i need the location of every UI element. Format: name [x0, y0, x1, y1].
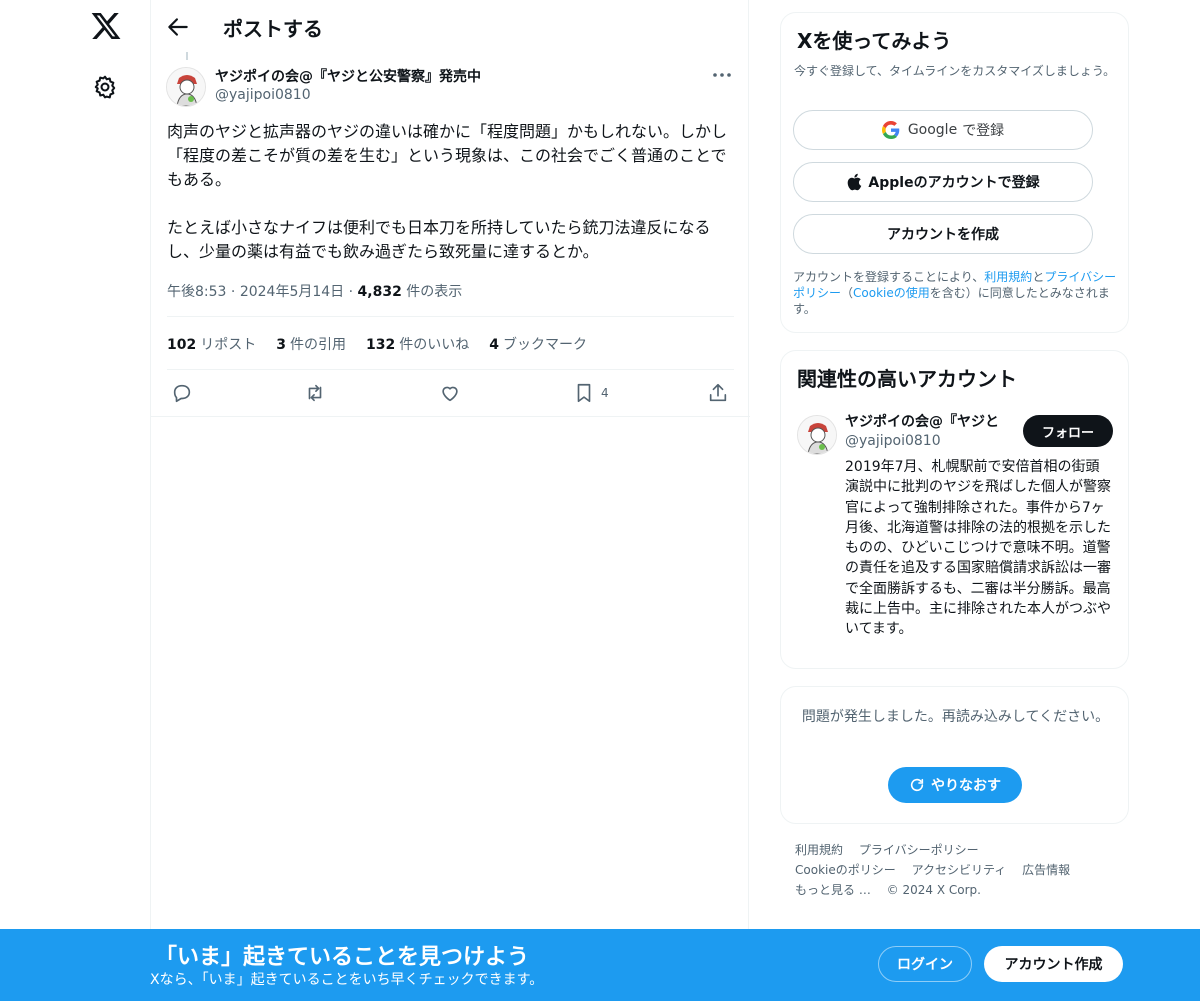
reposts-count: 102 [167, 337, 197, 353]
divider [167, 316, 734, 317]
avatar-illustration-icon [167, 68, 205, 106]
like-button[interactable] [439, 379, 461, 407]
quotes-stat[interactable]: 3 件の引用 [276, 334, 346, 354]
left-rail [60, 0, 150, 1001]
relevant-account-handle[interactable]: @yajipoi0810 [845, 433, 941, 449]
post-body: 肉声のヤジと拡声器のヤジの違いは確かに「程度問題」かもしれない。しかし「程度の差… [167, 122, 728, 261]
share-icon [709, 383, 727, 402]
error-message: 問題が発生しました。再読み込みしてください。 [801, 709, 1110, 725]
meta-separator: · [348, 284, 358, 300]
terms-link[interactable]: 利用規約 [984, 270, 1032, 284]
signup-description: 今すぐ登録して、タイムラインをカスタマイズしましょう。 [794, 64, 1116, 78]
repost-button[interactable] [304, 379, 326, 407]
legal-and: と [1032, 270, 1045, 284]
views-label: 件の表示 [406, 284, 463, 300]
divider [151, 416, 750, 417]
footer-privacy-link[interactable]: プライバシーポリシー [859, 843, 979, 857]
bookmarks-label: ブックマーク [502, 337, 587, 353]
settings-gear-icon[interactable] [92, 74, 118, 100]
post-date[interactable]: 2024年5月14日 [240, 284, 344, 300]
heart-icon [442, 386, 458, 402]
legal-notice: アカウントを登録することにより、利用規約とプライバシーポリシー（Cookieの使… [793, 269, 1123, 318]
main-column: ポストする ヤジポイの会@『ヤジと公安警察』発売中 @yajipoi0810 肉… [150, 0, 750, 930]
create-account-label: アカウントを作成 [887, 227, 999, 243]
legal-prefix: アカウントを登録することにより、 [793, 270, 985, 284]
retry-label: やりなおす [931, 778, 1001, 794]
action-bar: 4 [167, 379, 734, 409]
footer-links: 利用規約 プライバシーポリシー Cookieのポリシー アクセシビリティ 広告情… [795, 840, 1125, 900]
bookmark-count: 4 [601, 386, 609, 400]
page-title: ポストする [223, 17, 323, 41]
retry-button[interactable]: やりなおす [888, 767, 1022, 803]
reposts-stat[interactable]: 102 リポスト [167, 334, 256, 354]
error-card: 問題が発生しました。再読み込みしてください。 やりなおす [780, 686, 1129, 824]
author-avatar[interactable] [166, 67, 206, 107]
banner-subtitle: Xなら、「いま」起きていることをいち早くチェックできます。 [150, 972, 544, 988]
google-signup-label: で登録 [962, 123, 1005, 139]
footer-terms-link[interactable]: 利用規約 [795, 843, 843, 857]
reposts-label: リポスト [200, 337, 257, 353]
author-name[interactable]: ヤジポイの会@『ヤジと公安警察』発売中 [215, 66, 481, 86]
post-header: ポストする [151, 0, 750, 54]
bookmark-icon [577, 383, 591, 403]
follow-button[interactable]: フォロー [1023, 415, 1113, 447]
login-button[interactable]: ログイン [878, 946, 972, 982]
footer-more-link[interactable]: もっと見る … [795, 883, 871, 897]
relevant-account-avatar[interactable] [797, 415, 837, 455]
likes-count: 132 [365, 337, 396, 353]
google-g-icon [881, 121, 900, 139]
relevant-accounts-card: 関連性の高いアカウント ヤジポイの会@『ヤジと @yajipoi0810 フォロ… [780, 350, 1129, 669]
copyright: © 2024 X Corp. [886, 883, 981, 897]
create-account-button[interactable]: アカウントを作成 [793, 214, 1093, 254]
bottom-signup-banner: 「いま」起きていることを見つけよう Xなら、「いま」起きていることをいち早くチェ… [0, 929, 1200, 1001]
avatar-illustration-icon [798, 416, 836, 454]
footer-accessibility-link[interactable]: アクセシビリティ [912, 863, 1007, 877]
reply-icon [173, 384, 191, 403]
bookmarks-count: 4 [489, 337, 499, 353]
divider [167, 369, 734, 370]
likes-label: 件のいいね [399, 337, 470, 353]
cookie-link[interactable]: Cookieの使用 [853, 286, 930, 300]
reply-button[interactable] [171, 379, 193, 407]
relevant-account-bio: 2019年7月、札幌駅前で安倍首相の街頭演説中に批判のヤジを飛ばした個人が警察官… [845, 459, 1111, 638]
relevant-card-title: 関連性の高いアカウント [797, 367, 1017, 391]
engagement-stats: 102 リポスト 3 件の引用 132 件のいいね 4 ブックマーク [167, 334, 587, 354]
bookmark-button[interactable]: 4 [573, 379, 609, 407]
signup-card: Xを使ってみよう 今すぐ登録して、タイムラインをカスタマイズしましょう。 Goo… [780, 12, 1129, 333]
author-handle[interactable]: @yajipoi0810 [215, 87, 311, 103]
legal-paren: （ [841, 286, 854, 301]
relevant-account-name[interactable]: ヤジポイの会@『ヤジと [845, 411, 1015, 431]
more-options-icon[interactable] [711, 66, 733, 84]
banner-title: 「いま」起きていることを見つけよう [155, 945, 530, 970]
footer-ads-link[interactable]: 広告情報 [1022, 863, 1070, 877]
apple-logo-icon [848, 173, 862, 191]
share-button[interactable] [707, 379, 729, 407]
quotes-label: 件の引用 [289, 337, 346, 353]
banner-signup-button[interactable]: アカウント作成 [984, 946, 1123, 982]
quotes-count: 3 [276, 337, 286, 353]
thread-connector [186, 52, 188, 60]
post-time[interactable]: 午後8:53 [167, 284, 226, 300]
views-count: 4,832 [357, 284, 402, 300]
x-logo-icon[interactable] [90, 10, 122, 42]
google-signup-button[interactable]: Google で登録 [793, 110, 1093, 150]
back-arrow-icon[interactable] [165, 14, 191, 40]
repost-icon [308, 384, 322, 402]
refresh-icon [910, 778, 924, 792]
post-meta: 午後8:53 · 2024年5月14日 · 4,832 件の表示 [167, 281, 462, 301]
bookmarks-stat[interactable]: 4 ブックマーク [489, 334, 587, 354]
signup-card-title: Xを使ってみよう [797, 29, 952, 53]
apple-signup-button[interactable]: Appleのアカウントで登録 [793, 162, 1093, 202]
footer-cookie-link[interactable]: Cookieのポリシー [795, 863, 896, 877]
meta-separator: · [230, 284, 240, 300]
likes-stat[interactable]: 132 件のいいね [366, 334, 469, 354]
google-brand-label: Google [907, 122, 958, 138]
apple-signup-label: Appleのアカウントで登録 [868, 175, 1040, 191]
